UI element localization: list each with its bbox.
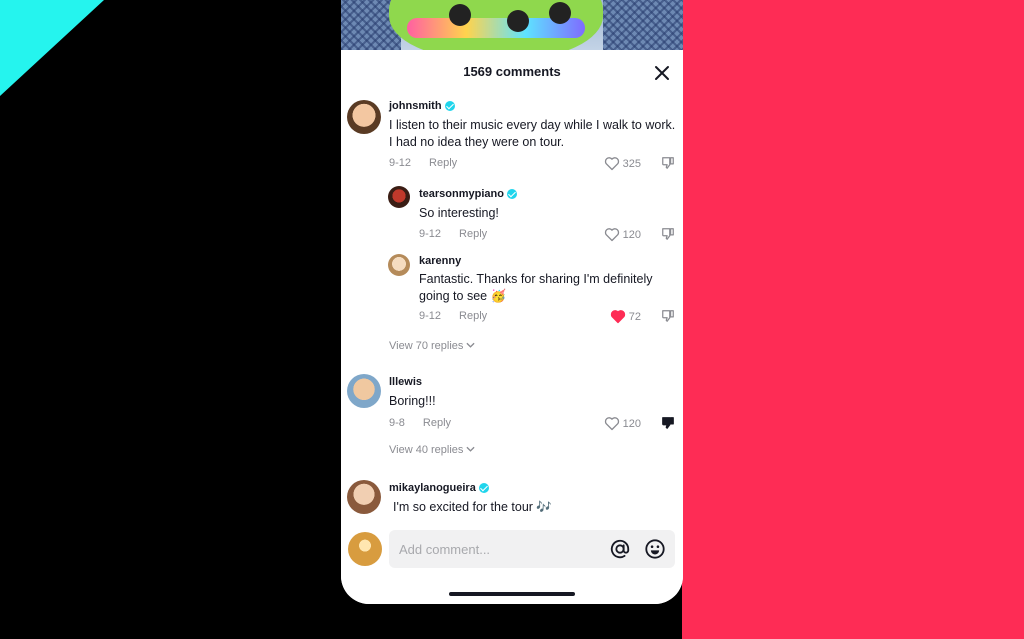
heart-icon [604,157,619,171]
reply-button[interactable]: Reply [429,157,457,169]
comment-username[interactable]: johnsmith [389,100,455,112]
heart-icon [604,417,619,431]
comment-text: I listen to their music every day while … [389,118,676,149]
comment-username[interactable]: tearsonmypiano [419,188,517,200]
comment-item: lllewis Boring!!! 9-8 Reply 120 [341,372,683,436]
username-text: karenny [419,255,462,267]
dislike-icon[interactable] [661,227,675,241]
verified-badge-icon [444,101,455,111]
comments-sheet: 1569 comments johnsmith I listen to thei… [341,50,683,604]
reply-button[interactable]: Reply [423,417,451,429]
username-text: johnsmith [389,100,442,112]
like-count: 120 [622,417,641,430]
comment-meta: 9-12 Reply [419,228,487,240]
video-balloon-dot [507,10,529,32]
comment-date: 9-12 [389,157,412,169]
reply-button[interactable]: Reply [459,310,487,322]
comment-text: So interesting! [419,206,499,220]
video-preview [341,0,683,50]
comment-item: johnsmith I listen to their music every … [341,98,683,178]
username-text: mikaylanogueira [389,482,476,494]
comment-meta: 9-12 Reply [419,310,487,322]
reply-item: karenny Fantastic. Thanks for sharing I'… [341,254,683,330]
avatar[interactable] [347,480,381,514]
comment-date: 9-12 [419,228,442,240]
verified-badge-icon [506,189,517,199]
dislike-icon[interactable] [661,156,675,170]
like-button[interactable]: 325 [604,156,641,171]
comment-text: Fantastic. Thanks for sharing I'm defini… [419,272,653,303]
like-button[interactable]: 72 [610,309,641,324]
like-button[interactable]: 120 [604,416,641,431]
reply-button[interactable]: Reply [459,228,487,240]
comment-meta: 9-12 Reply [389,157,457,169]
avatar[interactable] [347,100,381,134]
username-text: tearsonmypiano [419,188,504,200]
like-button[interactable]: 120 [604,227,641,242]
like-count: 120 [622,228,641,241]
heart-filled-icon [610,310,625,324]
view-replies-label: View 40 replies [389,444,464,456]
current-user-avatar [348,532,382,566]
home-indicator [449,592,575,596]
dislike-filled-icon[interactable] [661,416,675,430]
avatar[interactable] [347,374,381,408]
chevron-down-icon [466,446,476,452]
background-cyan-corner [0,0,104,96]
comment-composer [341,528,683,574]
like-count: 325 [622,157,641,170]
background-red-panel [682,0,1024,639]
reply-item: tearsonmypiano So interesting! 9-12 Repl… [341,186,683,246]
close-icon[interactable] [653,64,671,82]
at-icon[interactable] [609,538,631,560]
username-text: lllewis [389,376,423,388]
like-count: 72 [628,310,641,323]
phone-screen: 1569 comments johnsmith I listen to thei… [341,0,683,604]
add-comment-input[interactable] [389,530,675,568]
video-fence-right [603,0,683,50]
video-balloon-dot [449,4,471,26]
avatar[interactable] [388,186,410,208]
comment-date: 9-8 [389,417,405,429]
comment-text: Boring!!! [389,394,436,408]
video-balloon-dot [549,2,571,24]
verified-badge-icon [478,483,489,493]
comments-count-title: 1569 comments [463,64,561,79]
comment-meta: 9-8 Reply [389,417,451,429]
comment-item: mikaylanogueira I'm so excited for the t… [341,478,683,522]
emoji-icon[interactable] [644,538,666,560]
dislike-icon[interactable] [661,309,675,323]
chevron-down-icon [466,342,476,348]
heart-icon [604,228,619,242]
comment-username[interactable]: karenny [419,255,461,267]
comment-date: 9-12 [419,310,442,322]
view-replies-button[interactable]: View 70 replies [389,340,476,352]
avatar[interactable] [388,254,410,276]
video-balloon [389,0,603,50]
comment-username[interactable]: lllewis [389,376,422,388]
comment-text: I'm so excited for the tour 🎶 [393,500,552,514]
comment-username[interactable]: mikaylanogueira [389,482,489,494]
view-replies-label: View 70 replies [389,340,464,352]
view-replies-button[interactable]: View 40 replies [389,444,476,456]
